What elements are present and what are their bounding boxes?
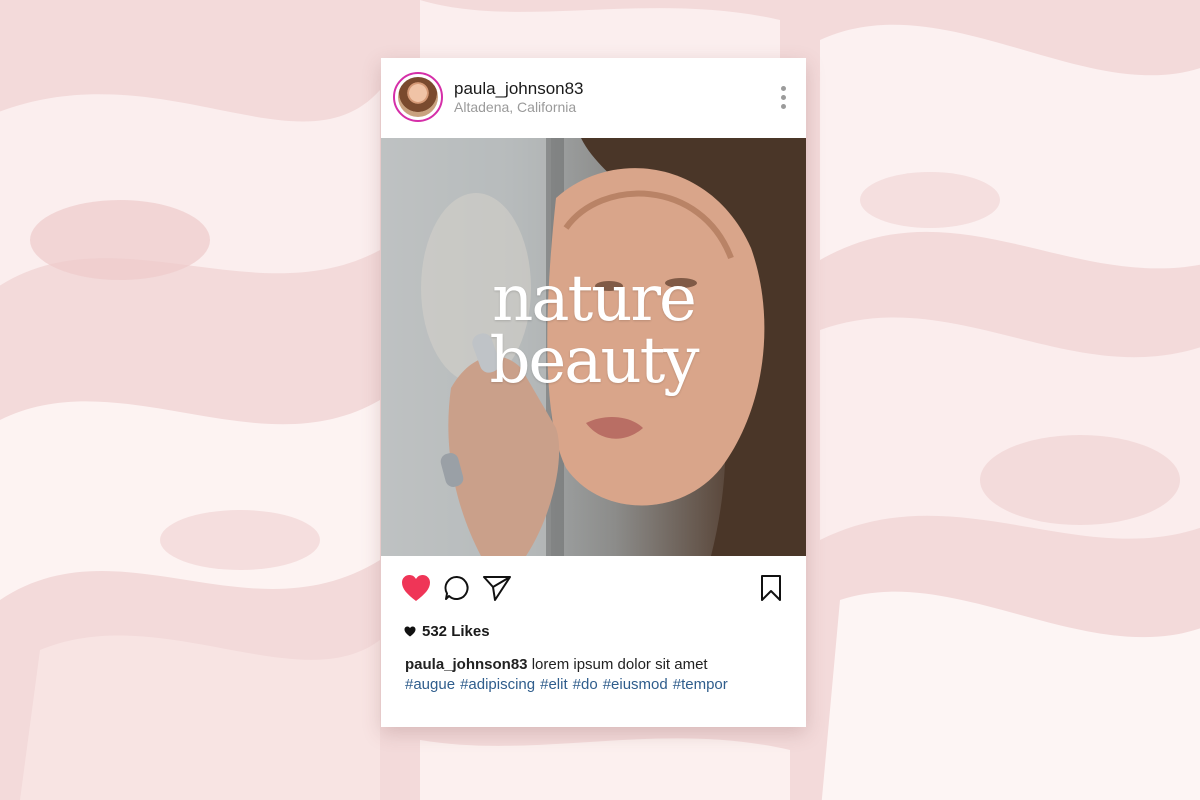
hashtag[interactable]: #adipiscing [460,676,535,693]
hashtag[interactable]: #tempor [673,676,728,693]
caption-username[interactable]: paula_johnson83 [405,656,528,673]
overlay-line-1: nature [492,262,697,336]
overlay-title: nature beauty [381,262,806,398]
hashtag[interactable]: #do [573,676,598,693]
hashtag[interactable]: #elit [540,676,568,693]
post-caption: paula_johnson83 lorem ipsum dolor sit am… [405,655,795,695]
location[interactable]: Altadena, California [454,99,576,115]
overlay-line-2: beauty [489,324,699,398]
more-vertical-icon[interactable] [778,86,788,112]
avatar[interactable] [393,72,443,122]
hashtag[interactable]: #augue [405,676,455,693]
post-image[interactable]: nature beauty [381,138,806,556]
likes-count[interactable]: 532 Likes [404,623,490,643]
send-icon[interactable] [482,574,512,602]
post-header: paula_johnson83 Altadena, California [381,58,806,138]
caption-text: lorem ipsum dolor sit amet [531,656,708,673]
avatar-image [398,77,438,117]
likes-label: 532 Likes [422,623,490,640]
bookmark-icon[interactable] [759,574,783,602]
comment-icon[interactable] [444,575,470,601]
username[interactable]: paula_johnson83 [454,79,584,99]
heart-icon[interactable] [401,574,431,602]
action-bar [381,556,806,620]
instagram-post-card: paula_johnson83 Altadena, California nat… [381,58,806,727]
hashtag[interactable]: #eiusmod [603,676,668,693]
small-heart-icon [404,626,416,637]
